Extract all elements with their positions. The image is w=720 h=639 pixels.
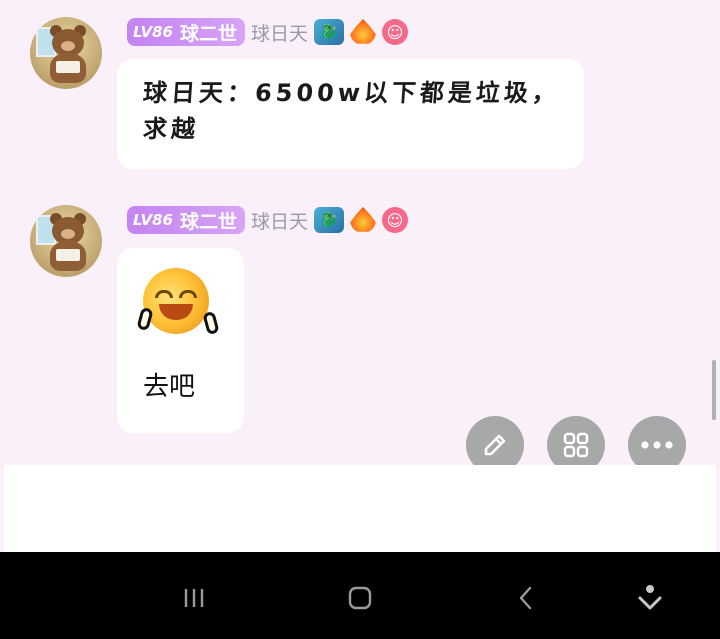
bear-book — [56, 61, 80, 73]
sticker-hand — [202, 310, 220, 336]
pencil-icon — [484, 434, 506, 456]
sender-line: LV86 球二世 球日天 🐉 . ☺ — [127, 18, 409, 46]
message-text-line: 求越 — [142, 115, 200, 143]
smile-badge-icon: ☺ — [382, 19, 409, 45]
level-badge[interactable]: LV86 球二世 — [127, 18, 245, 46]
sticker-caption: 去吧 — [143, 372, 196, 402]
message-bubble[interactable]: 球日天：6500w以下都是垃圾， 求越 — [117, 59, 584, 169]
back-icon — [519, 586, 532, 610]
sticker-hand — [136, 306, 154, 332]
assistant-icon — [638, 585, 662, 610]
recent-apps-icon — [184, 589, 204, 607]
more-dots-icon — [641, 441, 673, 449]
dragon-badge-icon: 🐉 — [314, 19, 345, 45]
sender-line: LV86 球二世 球日天 🐉 . ☺ — [127, 206, 409, 234]
back-button[interactable] — [506, 578, 546, 618]
grid-icon — [563, 432, 589, 458]
home-icon — [348, 586, 372, 610]
sticker-eye — [155, 290, 173, 298]
assistant-button[interactable] — [630, 578, 670, 618]
level-text: LV86 — [133, 23, 173, 41]
chat-screen: LV86 球二世 球日天 🐉 . ☺ 球日天：6500w以下都是垃圾， 求越 L… — [0, 0, 720, 639]
smile-badge-icon: ☺ — [382, 207, 409, 233]
username[interactable]: 球日天 — [251, 207, 308, 234]
navigation-bar — [0, 552, 720, 639]
badge-name: 球二世 — [179, 210, 237, 233]
bear-muzzle — [61, 41, 75, 51]
user-avatar[interactable] — [30, 205, 102, 277]
recent-apps-button[interactable] — [174, 578, 214, 618]
input-area — [4, 465, 716, 552]
sticker-eye — [179, 290, 197, 298]
sticker-face — [143, 268, 209, 334]
bear-book — [56, 249, 80, 261]
bear-muzzle — [61, 229, 75, 239]
home-button[interactable] — [340, 578, 380, 618]
message-text-line: 球日天：6500w以下都是垃圾， — [142, 79, 561, 107]
level-badge[interactable]: LV86 球二世 — [127, 206, 245, 234]
scrollbar[interactable] — [712, 360, 716, 420]
sticker-mouth — [159, 304, 193, 320]
fire-badge-icon: . — [350, 207, 377, 232]
dragon-badge-icon: 🐉 — [314, 207, 345, 233]
fire-badge-icon: . — [350, 19, 377, 44]
badge-name: 球二世 — [179, 22, 237, 45]
user-avatar[interactable] — [30, 17, 102, 89]
sticker-bubble[interactable]: 去吧 — [117, 248, 244, 433]
smiling-face-sticker — [136, 264, 223, 348]
level-text: LV86 — [133, 211, 173, 229]
username[interactable]: 球日天 — [251, 19, 308, 46]
